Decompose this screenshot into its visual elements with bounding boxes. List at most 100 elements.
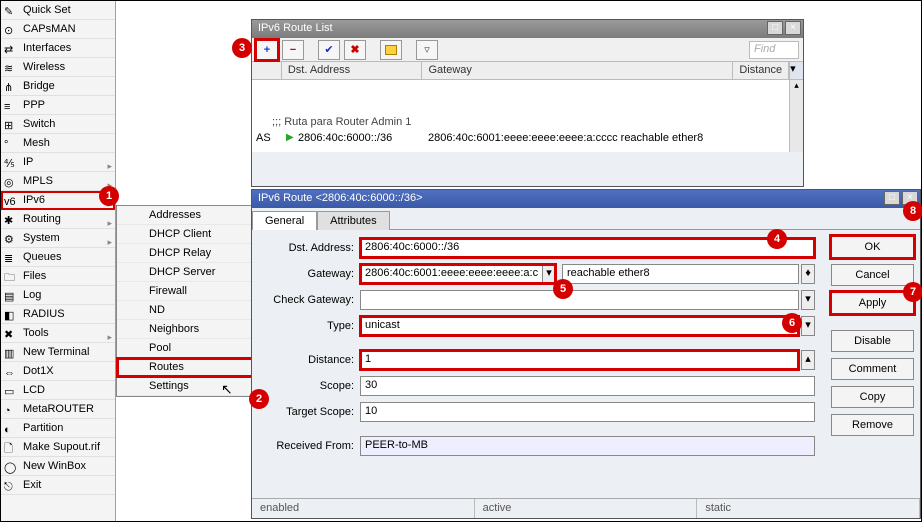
grid-header: Dst. Address Gateway Distance ▾ (252, 62, 803, 80)
button-label: Comment (849, 363, 897, 375)
sidebar-item-mpls[interactable]: ◎MPLS▸ (1, 172, 115, 191)
sidebar-item-interfaces[interactable]: ⇄Interfaces (1, 39, 115, 58)
distance-input[interactable]: 1 (360, 350, 799, 370)
check-gateway-dropdown[interactable]: ▾ (801, 290, 815, 310)
type-input[interactable]: unicast (360, 316, 799, 336)
check-gateway-input[interactable] (360, 290, 799, 310)
col-dst-address[interactable]: Dst. Address (282, 62, 423, 79)
remove-button[interactable]: Remove (831, 414, 914, 436)
type-dropdown[interactable]: ▾ (801, 316, 815, 336)
gateway-add[interactable]: ♦ (801, 264, 815, 284)
input-value: PEER-to-MB (365, 439, 428, 451)
sidebar-item-wireless[interactable]: ≋Wireless (1, 58, 115, 77)
gateway-input[interactable]: 2806:40c:6001:eeee:eeee:eeee:a:c (360, 264, 542, 284)
sidebar-item-new-winbox[interactable]: ◯New WinBox (1, 457, 115, 476)
button-label: Apply (859, 297, 887, 309)
scroll-up-icon[interactable]: ▴ (790, 80, 803, 91)
status-static: static (697, 499, 920, 518)
tab-attributes[interactable]: Attributes (317, 211, 389, 230)
gateway-dropdown[interactable]: ▾ (542, 264, 556, 284)
col-menu[interactable]: ▾ (789, 62, 803, 79)
sidebar-item-label: Routing (23, 213, 61, 225)
submenu-label: Firewall (149, 285, 187, 297)
label-type: Type: (262, 320, 360, 332)
sidebar-item-tools[interactable]: ✖Tools▸ (1, 324, 115, 343)
sidebar-item-dot1x[interactable]: ⇔Dot1X (1, 362, 115, 381)
disable-button[interactable]: ✖ (344, 40, 366, 60)
submenu-label: DHCP Server (149, 266, 215, 278)
sidebar-item-routing[interactable]: ✱Routing▸ (1, 210, 115, 229)
tab-general[interactable]: General (252, 211, 317, 230)
sidebar-item-label: RADIUS (23, 308, 65, 320)
grid-body[interactable]: ;;; Ruta para Router Admin 1 AS ▶ 2806:4… (252, 80, 803, 152)
sidebar-item-queues[interactable]: ≣Queues (1, 248, 115, 267)
sidebar-item-make-supout[interactable]: 🗋Make Supout.rif (1, 438, 115, 457)
distance-stepper[interactable]: ▴ (801, 350, 815, 370)
ok-button[interactable]: OK (831, 236, 914, 258)
sidebar-item-label: New Terminal (23, 346, 89, 358)
remove-button[interactable]: − (282, 40, 304, 60)
sidebar-item-ip[interactable]: ⅘IP▸ (1, 153, 115, 172)
filter-button[interactable]: ▿ (416, 40, 438, 60)
window-titlebar[interactable]: IPv6 Route <2806:40c:6000::/36> □ × (252, 190, 920, 208)
disable-button[interactable]: Disable (831, 330, 914, 352)
enable-button[interactable]: ✔ (318, 40, 340, 60)
sidebar-item-capsman[interactable]: ⊙CAPsMAN (1, 20, 115, 39)
sidebar-item-bridge[interactable]: ⋔Bridge (1, 77, 115, 96)
button-label: Remove (852, 419, 893, 431)
sidebar-item-ipv6[interactable]: v6IPv6▸ (1, 191, 115, 210)
sidebar-item-label: Mesh (23, 137, 50, 149)
maximize-button[interactable]: □ (767, 21, 783, 35)
input-value: reachable ether8 (567, 267, 650, 279)
input-value: unicast (365, 319, 400, 331)
ipv6-route-list-window: IPv6 Route List □ × + − ✔ ✖ ▿ Find Dst. … (251, 19, 804, 187)
sidebar-item-metarouter[interactable]: ◔MetaROUTER (1, 400, 115, 419)
sidebar-item-label: Interfaces (23, 42, 71, 54)
sidebar-item-new-terminal[interactable]: ▥New Terminal (1, 343, 115, 362)
sidebar-item-exit[interactable]: ⎋Exit (1, 476, 115, 495)
annotation-badge-7: 7 (903, 282, 922, 302)
add-button[interactable]: + (256, 40, 278, 60)
check-icon: ✔ (324, 43, 333, 56)
toolbar: + − ✔ ✖ ▿ Find (252, 38, 803, 62)
close-button[interactable]: × (785, 21, 801, 35)
sidebar-item-switch[interactable]: ⊞Switch (1, 115, 115, 134)
target-scope-input[interactable]: 10 (360, 402, 815, 422)
sidebar-item-files[interactable]: 🗀Files (1, 267, 115, 286)
maximize-button[interactable]: □ (884, 191, 900, 205)
tab-label: General (265, 215, 304, 227)
annotation-badge-8: 8 (903, 201, 922, 221)
sidebar-item-label: MetaROUTER (23, 403, 94, 415)
cancel-button[interactable]: Cancel (831, 264, 914, 286)
note-icon (385, 45, 397, 55)
col-flags[interactable] (252, 62, 282, 79)
dst-address-input[interactable]: 2806:40c:6000::/36 (360, 238, 815, 258)
sidebar-item-quick-set[interactable]: ✎Quick Set (1, 1, 115, 20)
col-label: Dst. Address (288, 64, 350, 76)
form-panel: Dst. Address: 2806:40c:6000::/36 Gateway… (252, 230, 825, 470)
status-active: active (475, 499, 698, 518)
button-column: OK Cancel Apply Disable Comment Copy Rem… (825, 230, 920, 470)
comment-button[interactable] (380, 40, 402, 60)
find-input[interactable]: Find (749, 41, 799, 59)
apply-button[interactable]: Apply (831, 292, 914, 314)
copy-button[interactable]: Copy (831, 386, 914, 408)
sidebar-item-radius[interactable]: ◧RADIUS (1, 305, 115, 324)
sidebar-item-lcd[interactable]: ▭LCD (1, 381, 115, 400)
sidebar-item-ppp[interactable]: ≡PPP (1, 96, 115, 115)
mouse-cursor-icon: ↖ (221, 381, 233, 398)
col-label: Distance (739, 64, 782, 76)
col-distance[interactable]: Distance (733, 62, 789, 79)
table-row[interactable]: AS ▶ 2806:40c:6000::/36 2806:40c:6001:ee… (256, 132, 703, 144)
sidebar-item-log[interactable]: ▤Log (1, 286, 115, 305)
sidebar-item-mesh[interactable]: °Mesh (1, 134, 115, 153)
window-titlebar[interactable]: IPv6 Route List □ × (252, 20, 803, 38)
sidebar-item-system[interactable]: ⚙System▸ (1, 229, 115, 248)
sidebar-item-label: Files (23, 270, 46, 282)
sidebar-item-partition[interactable]: ◐Partition (1, 419, 115, 438)
scrollbar[interactable]: ▴ (789, 80, 803, 152)
scope-input[interactable]: 30 (360, 376, 815, 396)
comment-button[interactable]: Comment (831, 358, 914, 380)
col-gateway[interactable]: Gateway (422, 62, 733, 79)
sidebar-item-label: IP (23, 156, 33, 168)
